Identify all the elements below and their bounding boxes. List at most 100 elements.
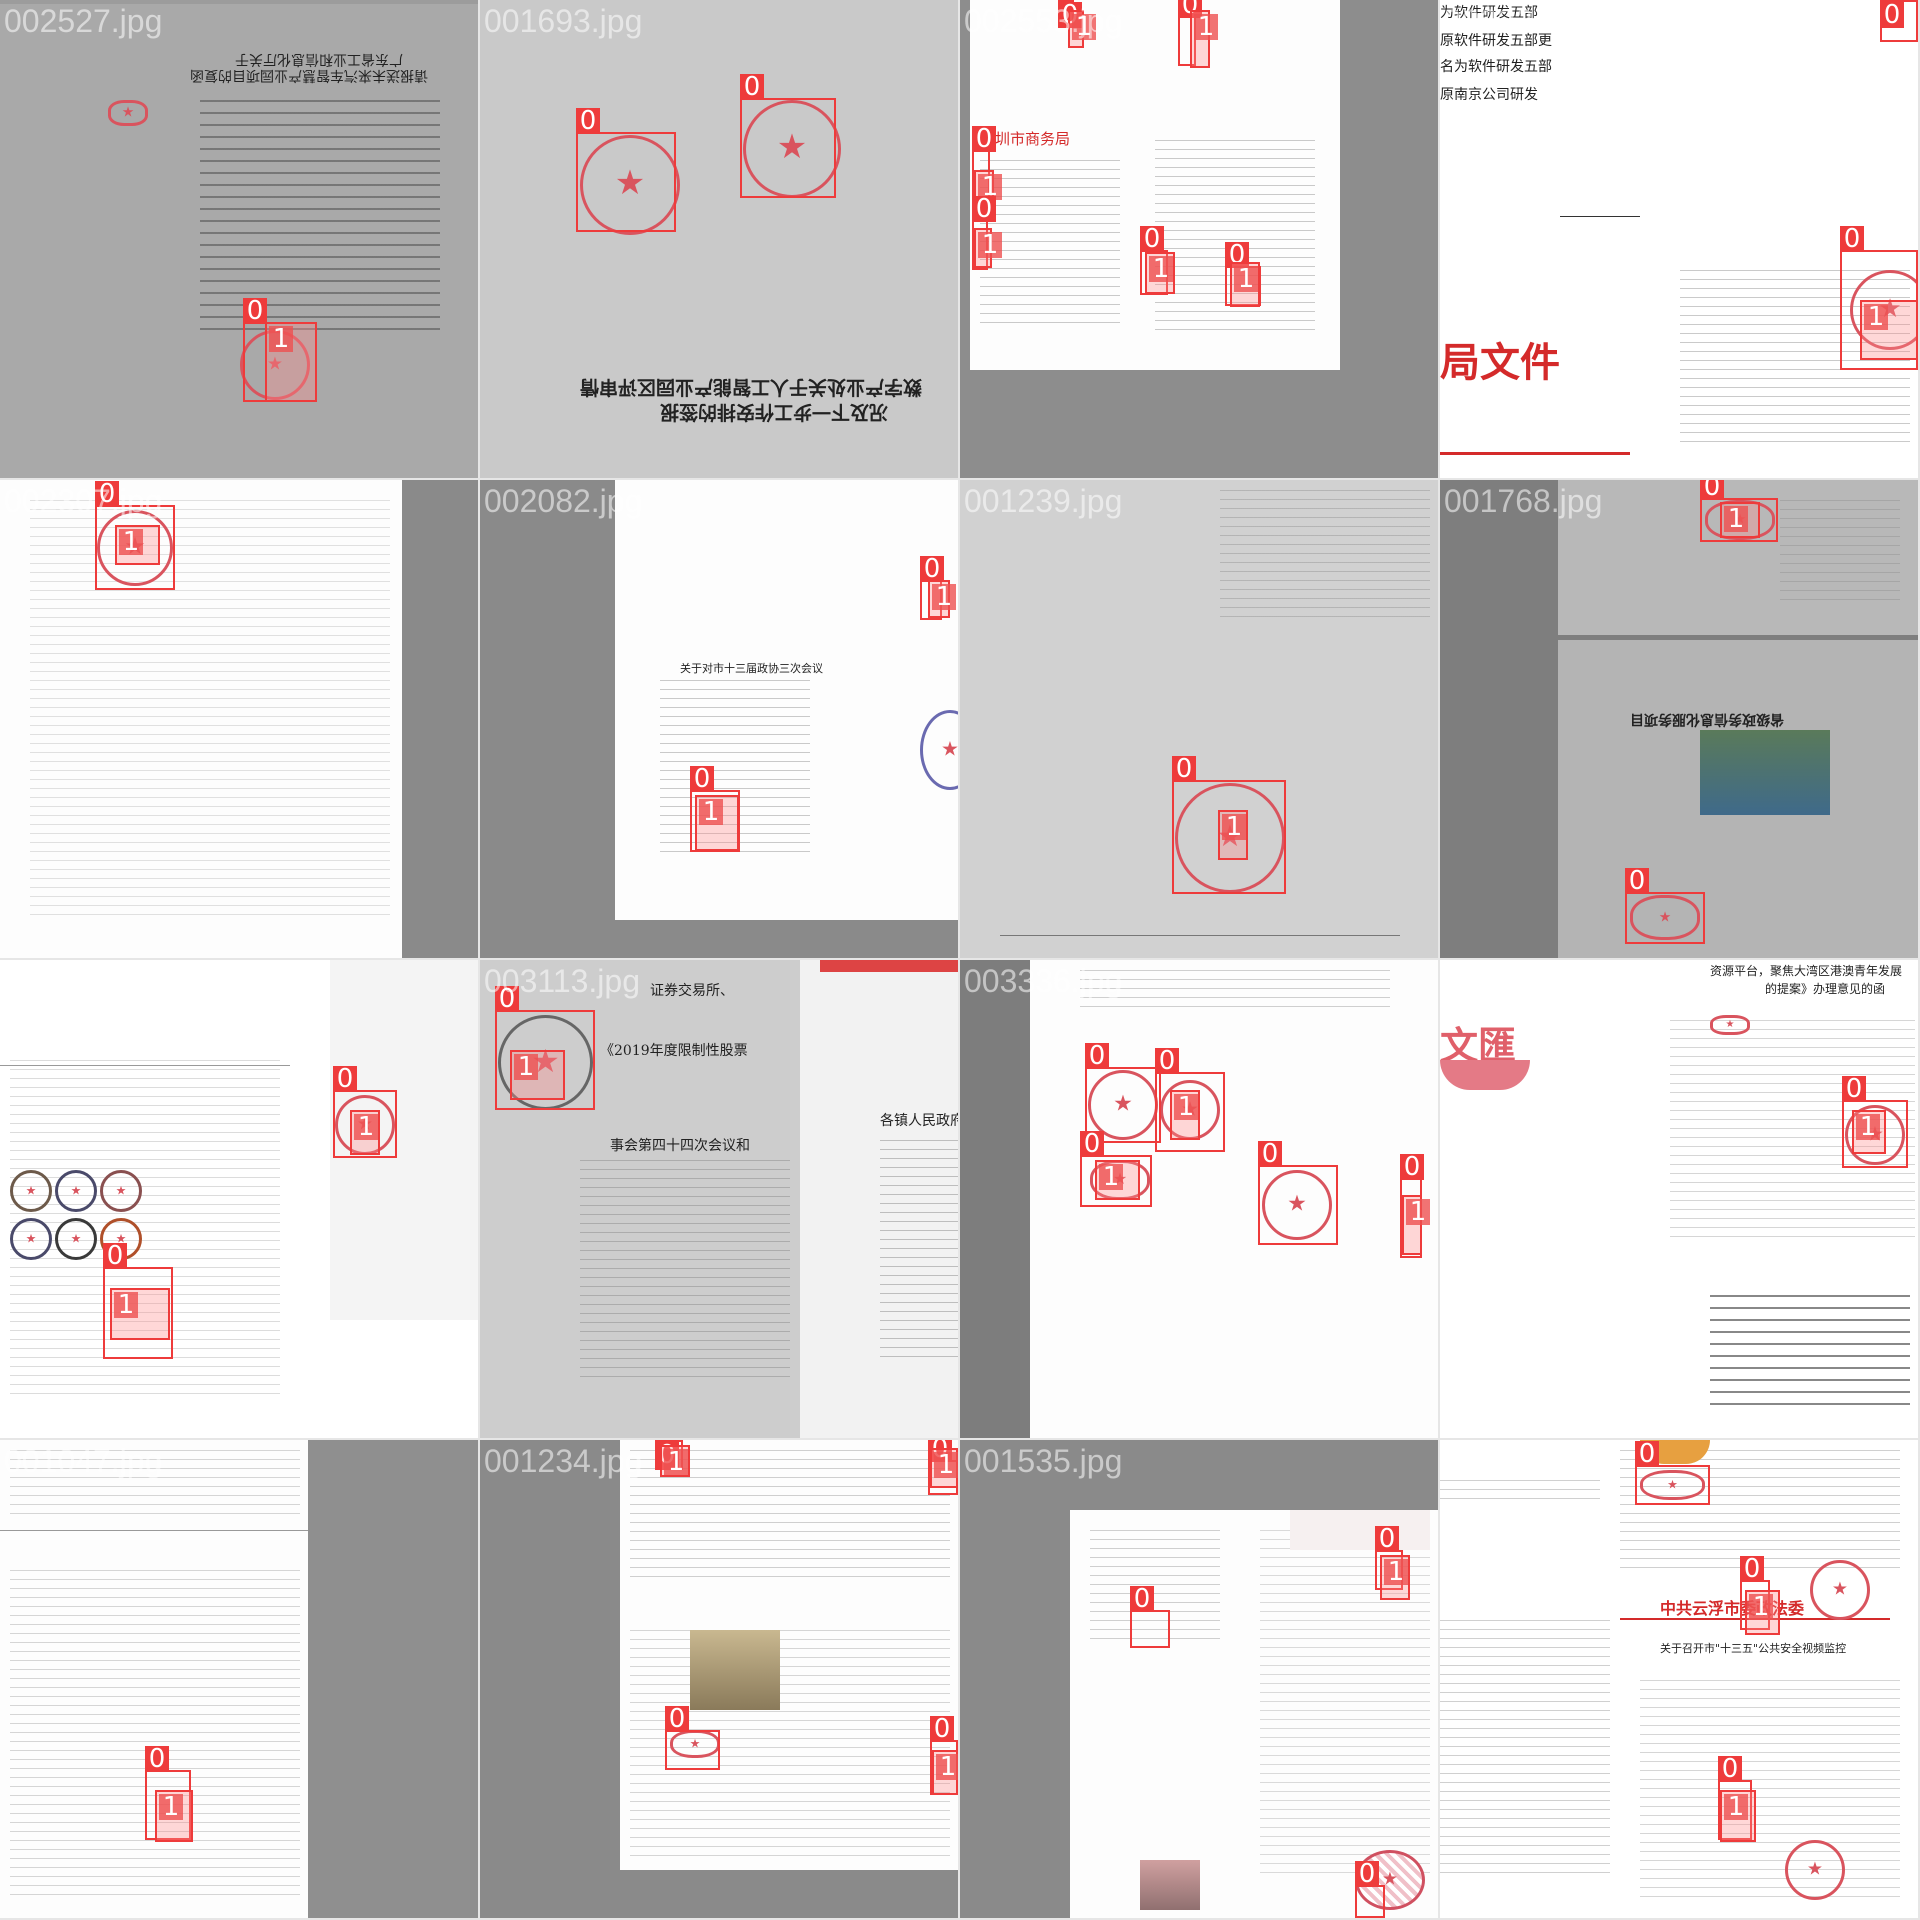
- tile-filename: 001234.jpg: [484, 1443, 643, 1479]
- bbox-label: 0: [665, 1706, 689, 1732]
- bbox-label: 1: [1149, 256, 1173, 282]
- bbox-label: 1: [1099, 1164, 1123, 1190]
- bbox-label: 1: [1072, 14, 1096, 40]
- bbox-class-1: 1: [1095, 1160, 1140, 1200]
- seal-stamp: [10, 1170, 52, 1212]
- bbox-label: 1: [934, 1452, 958, 1478]
- bbox-label: 0: [1718, 1756, 1742, 1782]
- bbox-class-0: 0: [665, 1706, 720, 1770]
- bbox-label: 0: [1842, 1076, 1866, 1102]
- tile-filename: 002577.jpg: [4, 963, 163, 999]
- bbox-label: 0: [1740, 1556, 1764, 1582]
- bbox-label: 0: [95, 481, 119, 507]
- bbox-label: 0: [972, 196, 996, 222]
- photo: [1140, 1860, 1200, 1910]
- bbox-class-1: 1: [1380, 1555, 1410, 1600]
- tile-filename: 002007.jpg: [1444, 963, 1603, 999]
- seal-stamp: [108, 100, 148, 126]
- bbox-class-1: 1: [932, 1750, 958, 1795]
- bbox-label: 1: [978, 232, 1002, 258]
- bbox-class-0: 0: [1880, 0, 1918, 42]
- bbox-label: 0: [576, 108, 600, 134]
- mosaic-tile: 证券交易所、 《2019年度限制性股票 事会第四十四次会议和 各镇人民政府 0 …: [480, 960, 958, 1438]
- bbox-label: 0: [1635, 1441, 1659, 1467]
- bbox-label: 1: [114, 1292, 138, 1318]
- bbox-label: 1: [1406, 1199, 1430, 1225]
- doc-text: 证券交易所、: [650, 983, 734, 999]
- mosaic-tile: 0 1 001239.jpg: [960, 480, 1438, 958]
- bbox-class-1: 1: [974, 228, 1002, 268]
- bbox-label: 0: [1375, 1526, 1399, 1552]
- bbox-label: 1: [1864, 304, 1888, 330]
- bbox-label: 0: [1880, 2, 1904, 28]
- bbox-label: 1: [1234, 266, 1258, 292]
- augmentation-mosaic: 广东省工业和信息化厅关于 请报送未来汽车智慧产业园项目的复函 0 1 00252…: [0, 0, 1920, 1920]
- mosaic-tile: 0 1 0 1 0 0 1 001234.jpg: [480, 1440, 958, 1918]
- bbox-label: 0: [1625, 868, 1649, 894]
- bbox-class-1: 1: [1402, 1195, 1430, 1255]
- bbox-class-1: 1: [695, 795, 739, 851]
- tile-filename: 001693.jpg: [484, 3, 643, 39]
- bbox-class-1: 1: [1190, 10, 1218, 68]
- doc-title: 请报送未来汽车智慧产业园项目的复函: [190, 67, 428, 83]
- bbox-class-1: 1: [930, 1448, 958, 1488]
- bbox-label: 0: [495, 986, 519, 1012]
- bbox-label: 0: [930, 1716, 954, 1742]
- bbox-class-1: 1: [350, 1110, 380, 1155]
- mosaic-tile: 深圳市商务局 0 1 0 1 0 1 0 1 0 1 0 1 002553.jp…: [960, 0, 1438, 478]
- tile-filename: 002150.jpg: [1444, 1443, 1603, 1479]
- doc-title: 省级政务信息化服务项目: [1630, 711, 1784, 727]
- bbox-label: 1: [1749, 1594, 1773, 1620]
- doc-title: 况及下一步工作安排的签报: [660, 401, 889, 423]
- bbox-class-0: 0: [576, 108, 676, 232]
- bbox-class-1: 1: [155, 1790, 193, 1842]
- mosaic-tile: 文匯 资源平台，聚焦大湾区港澳青年发展 的提案》办理意见的函 0 1 00200…: [1440, 960, 1918, 1438]
- bbox-class-1: 1: [1720, 502, 1760, 538]
- bbox-label: 1: [1724, 506, 1748, 532]
- bbox-class-0: 0: [1130, 1586, 1170, 1648]
- bbox-class-0: 0: [1258, 1141, 1338, 1245]
- bbox-class-0: 0: [1355, 1861, 1385, 1918]
- bbox-class-0: 0: [740, 74, 836, 198]
- bbox-label: 0: [1080, 1131, 1104, 1157]
- seal-stamp: [1710, 1015, 1750, 1035]
- bbox-label: 0: [1400, 1154, 1424, 1180]
- mosaic-tile: 0 1 001047.jpg: [0, 1440, 478, 1918]
- bbox-label: 0: [1130, 1586, 1154, 1612]
- photo: [690, 1630, 780, 1710]
- bbox-label: 0: [920, 556, 944, 582]
- mosaic-tile: 中共云浮市委政法委 关于召开市"十三五"公共安全视频监控 0 0 1 0 1 0…: [1440, 1440, 1918, 1918]
- bbox-label: 1: [664, 1449, 688, 1475]
- mosaic-tile: 为软件研发五部 原软件研发五部更 名为软件研发五部 原南京公司研发 局文件 0 …: [1440, 0, 1918, 478]
- bbox-class-1: 1: [1230, 262, 1260, 307]
- bbox-label: 0: [243, 298, 267, 324]
- bbox-class-1: 1: [115, 525, 160, 565]
- bbox-class-1: 1: [1170, 1090, 1200, 1140]
- bbox-label: 0: [145, 1746, 169, 1772]
- mosaic-tile: 0 0 1 0 1 0 0 1 003336.jpg: [960, 960, 1438, 1438]
- bbox-class-0: 0: [1625, 868, 1705, 944]
- seal-stamp: [55, 1170, 97, 1212]
- bbox-label: 1: [269, 326, 293, 352]
- doc-text: 名为软件研发五部: [1440, 59, 1552, 75]
- bbox-class-1: 1: [1720, 1790, 1756, 1842]
- seal-stamp: [55, 1218, 97, 1260]
- tile-filename: 001535.jpg: [964, 1443, 1123, 1479]
- bbox-label: 1: [1724, 1794, 1748, 1820]
- seal-stamp: [1810, 1560, 1870, 1620]
- bbox-class-1: 1: [265, 322, 317, 402]
- bbox-label: 1: [159, 1794, 183, 1820]
- doc-text: 原软件研发五部更: [1440, 33, 1552, 49]
- mosaic-tile: 省级政务信息化服务项目 0 1 0 001768.jpg: [1440, 480, 1918, 958]
- bbox-label: 1: [514, 1054, 538, 1080]
- doc-header: 局文件: [1440, 339, 1560, 386]
- bbox-class-0: 0: [1635, 1441, 1710, 1505]
- mosaic-tile: 0 1 002307.jpg: [0, 480, 478, 958]
- bbox-label: 0: [103, 1243, 127, 1269]
- bbox-label: 0: [690, 766, 714, 792]
- bbox-class-1: 1: [1860, 300, 1918, 360]
- bbox-class-1: 1: [510, 1050, 565, 1100]
- bbox-label: 0: [972, 126, 996, 152]
- doc-title: 关于召开市"十三五"公共安全视频监控: [1660, 1642, 1847, 1655]
- doc-text: 原南京公司研发: [1440, 87, 1538, 103]
